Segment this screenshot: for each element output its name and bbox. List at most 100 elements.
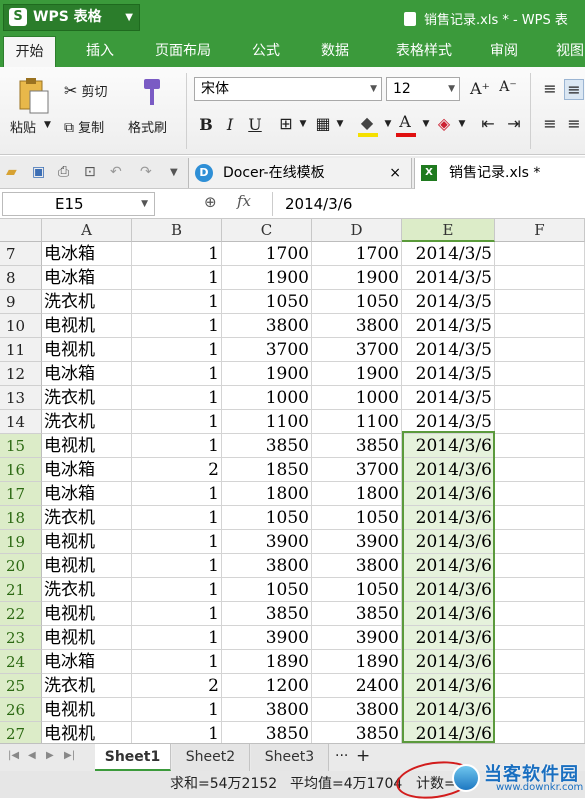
cell-d[interactable]: 1800 (312, 482, 402, 506)
tab-page-layout[interactable]: 页面布局 (143, 36, 223, 67)
shrink-font-button[interactable]: A⁻ (498, 79, 518, 95)
column-header-d[interactable]: D (312, 219, 402, 242)
row-header[interactable]: 16 (0, 458, 42, 482)
cell-d[interactable]: 3900 (312, 530, 402, 554)
cell-e[interactable]: 2014/3/6 (402, 482, 495, 506)
cell-b[interactable]: 1 (132, 362, 222, 386)
cell-c[interactable]: 3800 (222, 314, 312, 338)
cell-c[interactable]: 1900 (222, 266, 312, 290)
cell-e[interactable]: 2014/3/6 (402, 698, 495, 722)
cell-f[interactable] (495, 506, 585, 530)
print-icon[interactable]: ⎙ (58, 164, 69, 180)
row-header[interactable]: 8 (0, 266, 42, 290)
align-center-icon[interactable]: ≡ (564, 114, 584, 133)
paste-button[interactable]: 粘贴 (10, 117, 36, 136)
cell-e[interactable]: 2014/3/6 (402, 722, 495, 743)
formula-input[interactable]: 2014/3/6 (272, 192, 584, 216)
cell-d[interactable]: 1100 (312, 410, 402, 434)
row-header[interactable]: 10 (0, 314, 42, 338)
cell-d[interactable]: 3700 (312, 458, 402, 482)
row-header[interactable]: 13 (0, 386, 42, 410)
column-header-c[interactable]: C (222, 219, 312, 242)
print-preview-icon[interactable]: ⊡ (84, 164, 96, 180)
tab-review[interactable]: 审阅 (474, 36, 534, 67)
chevron-down-icon[interactable]: ▼ (293, 119, 313, 129)
cell-a[interactable]: 洗衣机 (42, 386, 132, 410)
row-header[interactable]: 14 (0, 410, 42, 434)
tab-table-style[interactable]: 表格样式 (376, 36, 472, 67)
increase-indent-icon[interactable]: ⇥ (504, 114, 524, 133)
cell-b[interactable]: 1 (132, 266, 222, 290)
cell-c[interactable]: 1850 (222, 458, 312, 482)
cell-b[interactable]: 1 (132, 626, 222, 650)
cell-e[interactable]: 2014/3/5 (402, 362, 495, 386)
cell-a[interactable]: 电冰箱 (42, 362, 132, 386)
cell-e[interactable]: 2014/3/6 (402, 674, 495, 698)
cell-b[interactable]: 1 (132, 242, 222, 266)
cell-f[interactable] (495, 362, 585, 386)
chevron-down-icon[interactable]: ▼ (416, 119, 436, 129)
tab-data[interactable]: 数据 (305, 36, 365, 67)
row-header[interactable]: 15 (0, 434, 42, 458)
align-top-icon[interactable]: ≡ (540, 79, 560, 98)
cell-a[interactable]: 电视机 (42, 602, 132, 626)
cell-a[interactable]: 洗衣机 (42, 578, 132, 602)
column-header-f[interactable]: F (495, 219, 585, 242)
cell-f[interactable] (495, 290, 585, 314)
open-folder-icon[interactable]: ▰ (6, 164, 17, 180)
cell-d[interactable]: 1900 (312, 266, 402, 290)
cell-c[interactable]: 3800 (222, 698, 312, 722)
cell-f[interactable] (495, 578, 585, 602)
bold-button[interactable]: B (196, 115, 216, 134)
row-header[interactable]: 20 (0, 554, 42, 578)
chevron-down-icon[interactable]: ▼ (452, 119, 472, 129)
cell-e[interactable]: 2014/3/6 (402, 554, 495, 578)
cell-b[interactable]: 1 (132, 722, 222, 743)
cell-c[interactable]: 3900 (222, 530, 312, 554)
cell-b[interactable]: 1 (132, 482, 222, 506)
cell-e[interactable]: 2014/3/5 (402, 242, 495, 266)
cell-e[interactable]: 2014/3/6 (402, 650, 495, 674)
cell-c[interactable]: 1800 (222, 482, 312, 506)
paste-icon[interactable] (16, 77, 50, 115)
cell-a[interactable]: 电视机 (42, 314, 132, 338)
cell-e[interactable]: 2014/3/5 (402, 290, 495, 314)
cell-f[interactable] (495, 410, 585, 434)
tab-sales-record[interactable]: X 销售记录.xls * (414, 158, 585, 189)
cell-b[interactable]: 1 (132, 698, 222, 722)
cell-e[interactable]: 2014/3/6 (402, 602, 495, 626)
cell-d[interactable]: 3900 (312, 626, 402, 650)
cell-c[interactable]: 3800 (222, 554, 312, 578)
cut-button[interactable]: ✂ 剪切 (64, 81, 108, 100)
cell-e[interactable]: 2014/3/5 (402, 410, 495, 434)
column-header-b[interactable]: B (132, 219, 222, 242)
cell-c[interactable]: 1050 (222, 290, 312, 314)
cell-f[interactable] (495, 314, 585, 338)
cell-a[interactable]: 电视机 (42, 338, 132, 362)
cell-d[interactable]: 3800 (312, 554, 402, 578)
cell-b[interactable]: 2 (132, 674, 222, 698)
cell-b[interactable]: 1 (132, 314, 222, 338)
cell-c[interactable]: 3900 (222, 626, 312, 650)
cell-e[interactable]: 2014/3/6 (402, 506, 495, 530)
cell-d[interactable]: 2400 (312, 674, 402, 698)
cell-f[interactable] (495, 554, 585, 578)
italic-button[interactable]: I (220, 115, 240, 134)
grow-font-button[interactable]: A⁺ (470, 79, 490, 98)
customize-toolbar-icon[interactable]: ▼ (170, 167, 178, 178)
cell-c[interactable]: 1050 (222, 506, 312, 530)
paste-dropdown-icon[interactable]: ▼ (44, 120, 51, 130)
align-middle-icon[interactable]: ≡ (564, 79, 584, 100)
cell-f[interactable] (495, 674, 585, 698)
add-sheet-icon[interactable]: + (356, 746, 370, 766)
cell-a[interactable]: 电冰箱 (42, 482, 132, 506)
cell-f[interactable] (495, 722, 585, 743)
cell-f[interactable] (495, 338, 585, 362)
function-icon[interactable]: fx (237, 192, 251, 210)
cell-a[interactable]: 洗衣机 (42, 410, 132, 434)
name-box[interactable]: E15 ▼ (2, 192, 155, 216)
chevron-down-icon[interactable]: ▼ (330, 119, 350, 129)
decrease-indent-icon[interactable]: ⇤ (478, 114, 498, 133)
cell-a[interactable]: 电冰箱 (42, 242, 132, 266)
cell-a[interactable]: 电冰箱 (42, 458, 132, 482)
